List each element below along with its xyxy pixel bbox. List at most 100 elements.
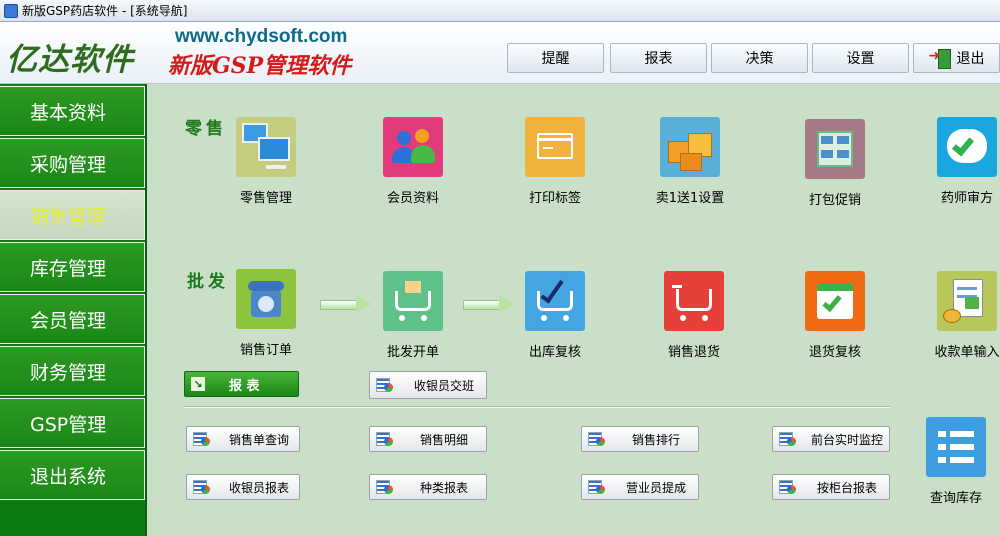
sidebar-item-exit-system[interactable]: 退出系统 bbox=[0, 450, 145, 500]
tile-label: 销售退货 bbox=[667, 345, 720, 360]
button-label: 营业员提成 bbox=[625, 480, 686, 495]
return-cart-icon bbox=[664, 271, 724, 331]
cashier-shift-button[interactable]: 收银员交班 bbox=[369, 371, 487, 399]
report-chart-icon bbox=[376, 479, 394, 495]
tile-receipt-entry[interactable]: 收款单输入 bbox=[902, 271, 1000, 360]
report-section-tab[interactable]: ↘ 报 表 bbox=[184, 371, 299, 397]
sidebar-item-gsp[interactable]: GSP管理 bbox=[0, 398, 145, 448]
tile-print-labels[interactable]: 打印标签 bbox=[490, 117, 620, 206]
button-label: 按柜台报表 bbox=[816, 480, 877, 495]
category-report-button[interactable]: 种类报表 bbox=[369, 474, 487, 500]
sidebar-item-finance[interactable]: 财务管理 bbox=[0, 346, 145, 396]
button-label: 销售单查询 bbox=[228, 432, 289, 447]
tile-member-data[interactable]: 会员资料 bbox=[348, 117, 478, 206]
calendar-check-icon bbox=[805, 271, 865, 331]
sidebar-item-basic-data[interactable]: 基本资料 bbox=[0, 86, 145, 136]
tile-sales-order[interactable]: 销售订单 bbox=[201, 269, 331, 358]
tile-pharmacist-review[interactable]: 药师审方 bbox=[902, 117, 1000, 206]
tile-label: 零售管理 bbox=[239, 191, 292, 206]
tile-label: 会员资料 bbox=[386, 191, 439, 206]
tile-label: 药师审方 bbox=[940, 191, 993, 206]
tile-sales-return[interactable]: 销售退货 bbox=[629, 271, 759, 360]
sales-ranking-button[interactable]: 销售排行 bbox=[581, 426, 699, 452]
tile-label: 打包促销 bbox=[808, 193, 861, 208]
nav-decision-button[interactable]: 决策 bbox=[711, 43, 808, 73]
salesclerk-commission-button[interactable]: 营业员提成 bbox=[581, 474, 699, 500]
nav-exit-button[interactable]: 退出 bbox=[913, 43, 1000, 73]
gift-boxes-icon bbox=[660, 117, 720, 177]
tile-label: 销售订单 bbox=[239, 343, 292, 358]
tile-buy-one-get-one[interactable]: 卖1送1设置 bbox=[625, 117, 755, 206]
sidebar-item-label: 财务管理 bbox=[30, 361, 107, 384]
cart-check-icon bbox=[525, 271, 585, 331]
sidebar-item-label: GSP管理 bbox=[30, 413, 107, 436]
main-panel: 零售 批发 零售管理 会员资料 打印标签 卖1送1设置 打包促销 药师审方 销售… bbox=[147, 84, 1000, 536]
shopping-cart-icon bbox=[383, 271, 443, 331]
sidebar-item-purchase[interactable]: 采购管理 bbox=[0, 138, 145, 188]
telephone-icon bbox=[236, 269, 296, 329]
website-url: www.chydsoft.com bbox=[175, 26, 348, 47]
checkmark-icon bbox=[937, 117, 997, 177]
button-label: 销售明细 bbox=[419, 432, 468, 447]
tile-label: 卖1送1设置 bbox=[655, 191, 725, 206]
sidebar-item-label: 会员管理 bbox=[30, 309, 107, 332]
computers-icon bbox=[236, 117, 296, 177]
report-chart-icon bbox=[588, 431, 606, 447]
grid-tray-icon bbox=[805, 119, 865, 179]
tile-wholesale-billing[interactable]: 批发开单 bbox=[348, 271, 478, 360]
tile-bundle-promotion[interactable]: 打包促销 bbox=[770, 119, 900, 208]
tile-retail-management[interactable]: 零售管理 bbox=[201, 117, 331, 206]
report-chart-icon bbox=[588, 479, 606, 495]
sidebar-item-label: 库存管理 bbox=[30, 257, 107, 280]
sidebar: 基本资料 采购管理 销售管理 库存管理 会员管理 财务管理 GSP管理 退出系统 bbox=[0, 84, 147, 536]
nav-remind-button[interactable]: 提醒 bbox=[507, 43, 604, 73]
cashier-report-button[interactable]: 收银员报表 bbox=[186, 474, 300, 500]
button-label: 种类报表 bbox=[419, 480, 468, 495]
nav-report-button[interactable]: 报表 bbox=[610, 43, 707, 73]
tile-label: 出库复核 bbox=[528, 345, 581, 360]
tile-label: 退货复核 bbox=[808, 345, 861, 360]
report-tab-label: 报 表 bbox=[229, 378, 260, 394]
tile-stock-query[interactable]: 查询库存 bbox=[913, 417, 999, 506]
brand-logo: 亿达软件 bbox=[6, 42, 134, 78]
nav-label: 设置 bbox=[846, 51, 875, 67]
sidebar-item-label: 基本资料 bbox=[30, 101, 107, 124]
section-divider bbox=[184, 406, 890, 408]
tile-label: 收款单输入 bbox=[934, 345, 1000, 360]
nav-settings-button[interactable]: 设置 bbox=[812, 43, 909, 73]
button-label: 销售排行 bbox=[631, 432, 680, 447]
button-label: 前台实时监控 bbox=[810, 432, 883, 447]
nav-label: 报表 bbox=[644, 51, 673, 67]
app-icon bbox=[4, 3, 18, 18]
tile-label: 查询库存 bbox=[929, 491, 982, 506]
window-titlebar: 新版GSP药店软件 - [系统导航] bbox=[0, 0, 1000, 22]
members-icon bbox=[383, 117, 443, 177]
report-chart-icon bbox=[779, 479, 797, 495]
sidebar-item-label: 采购管理 bbox=[30, 153, 107, 176]
sidebar-item-sales[interactable]: 销售管理 bbox=[0, 190, 145, 240]
sidebar-item-members[interactable]: 会员管理 bbox=[0, 294, 145, 344]
product-subtitle: 新版GSP管理软件 bbox=[168, 53, 352, 79]
report-chart-icon bbox=[376, 431, 394, 447]
sales-slip-query-button[interactable]: 销售单查询 bbox=[186, 426, 300, 452]
document-coins-icon bbox=[937, 271, 997, 331]
button-label: 收银员交班 bbox=[413, 378, 474, 393]
counter-report-button[interactable]: 按柜台报表 bbox=[772, 474, 890, 500]
sidebar-item-label: 销售管理 bbox=[30, 205, 107, 228]
report-chart-icon bbox=[193, 479, 211, 495]
nav-label: 提醒 bbox=[541, 51, 570, 67]
list-icon bbox=[926, 417, 986, 477]
report-chart-icon bbox=[193, 431, 211, 447]
tile-label: 打印标签 bbox=[528, 191, 581, 206]
tile-outbound-review[interactable]: 出库复核 bbox=[490, 271, 620, 360]
sidebar-item-inventory[interactable]: 库存管理 bbox=[0, 242, 145, 292]
label-card-icon bbox=[525, 117, 585, 177]
sales-detail-button[interactable]: 销售明细 bbox=[369, 426, 487, 452]
realtime-monitor-button[interactable]: 前台实时监控 bbox=[772, 426, 890, 452]
tile-return-review[interactable]: 退货复核 bbox=[770, 271, 900, 360]
window-title: 新版GSP药店软件 - [系统导航] bbox=[22, 4, 188, 18]
nav-label: 退出 bbox=[956, 51, 985, 67]
tile-label: 批发开单 bbox=[386, 345, 439, 360]
sidebar-item-label: 退出系统 bbox=[30, 465, 107, 488]
nav-label: 决策 bbox=[745, 51, 774, 67]
